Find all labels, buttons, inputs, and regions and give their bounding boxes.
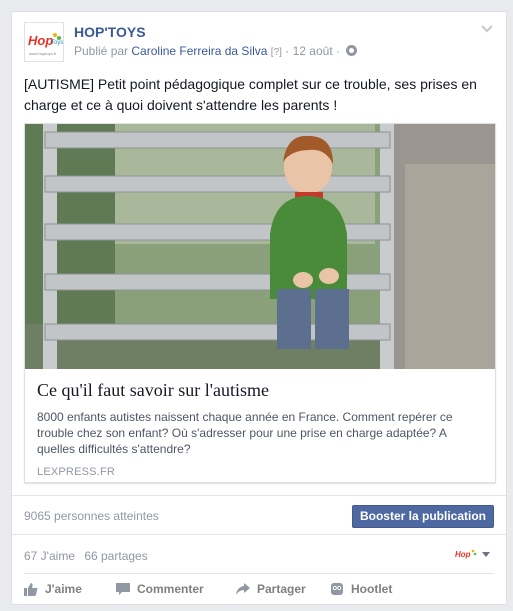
link-attachment[interactable]: Ce qu'il faut savoir sur l'autisme 8000 … [24,123,496,483]
help-mark[interactable]: [?] [271,47,282,58]
comment-label: Commenter [137,582,204,596]
share-label: Partager [257,582,306,596]
mini-logo-hop-text: Hop [455,550,471,559]
chevron-down-icon[interactable] [480,24,494,38]
boost-post-button[interactable]: Booster la publication [352,505,494,528]
link-domain: LEXPRESS.FR [37,466,116,478]
comment-button[interactable]: Commenter [116,579,204,599]
reach-count[interactable]: 9065 personnes atteintes [24,509,159,523]
engagement-stats: 67 J'aime 66 partages [24,549,148,563]
page-avatar[interactable]: Hop Toys www.hoptoys.fr [24,22,64,62]
post-meta: Publié par Caroline Ferreira da Silva [?… [74,44,358,58]
published-prefix: Publié par [74,44,129,58]
shares-count-link[interactable]: 66 partages [84,549,147,563]
globe-icon[interactable] [346,45,358,56]
link-image-child-on-stairs[interactable] [25,124,495,369]
logo-hop-text: Hop [28,33,53,48]
post-message: [AUTISME] Petit point pédagogique comple… [24,76,477,113]
post-date-link[interactable]: 12 août [293,44,333,58]
author-link[interactable]: Caroline Ferreira da Silva [131,44,267,58]
divider [12,534,506,535]
hoptoys-logo: Hop Toys www.hoptoys.fr [25,23,63,61]
post-card: Hop Toys www.hoptoys.fr HOP'TOYS Publié … [11,11,507,605]
caret-down-icon[interactable] [482,552,490,557]
logo-url-text: www.hoptoys.fr [29,51,57,56]
link-description: 8000 enfants autistes naissent chaque an… [37,410,453,456]
post-header: Hop Toys www.hoptoys.fr HOP'TOYS Publié … [24,22,494,64]
divider [12,495,506,496]
likes-count-link[interactable]: 67 J'aime [24,549,75,563]
hootlet-label: Hootlet [351,582,393,596]
like-button[interactable]: J'aime [24,579,82,599]
meta-separator-2: · [336,44,340,58]
like-label: J'aime [45,582,82,596]
link-title[interactable]: Ce qu'il faut savoir sur l'autisme [37,379,485,401]
divider [24,573,494,574]
comment-icon [116,583,130,595]
share-arrow-icon [236,583,250,595]
post-actions: J'aime Commenter Partager Hootlet [24,579,494,599]
page-identity-switcher[interactable]: Hop [454,546,494,564]
thumbs-up-icon [24,583,38,596]
share-button[interactable]: Partager [236,579,306,599]
meta-separator: · [285,44,290,58]
hootlet-button[interactable]: Hootlet [330,579,392,599]
mini-hoptoys-logo: Hop [454,546,478,564]
page-name-link[interactable]: HOP'TOYS [74,24,146,40]
owl-icon [331,583,343,595]
link-body: Ce qu'il faut savoir sur l'autisme 8000 … [37,379,485,478]
logo-toys-text: Toys [51,40,63,46]
